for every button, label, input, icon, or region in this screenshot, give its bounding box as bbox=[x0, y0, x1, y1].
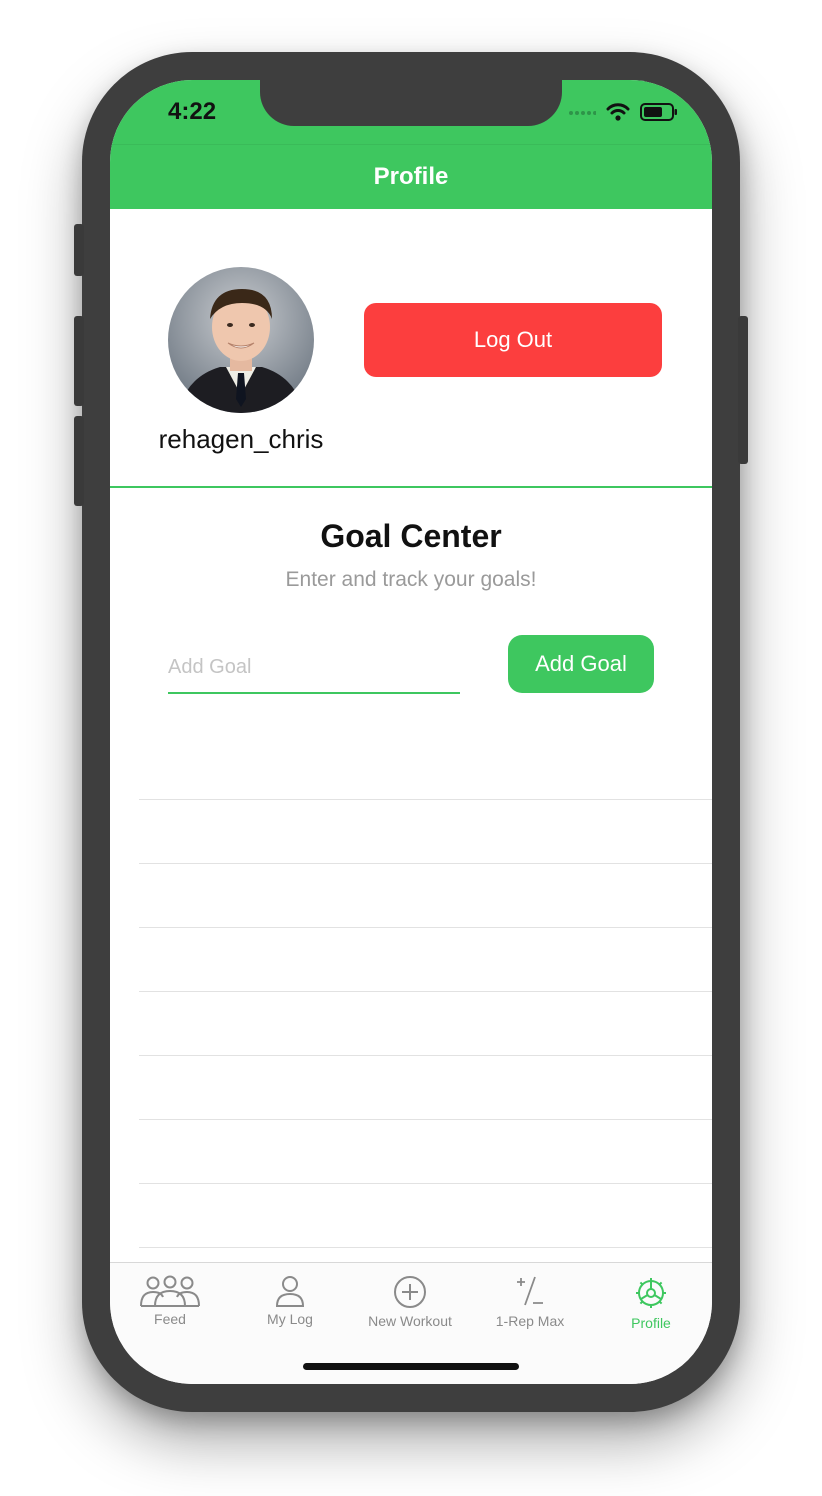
list-item[interactable] bbox=[139, 1184, 712, 1248]
plus-minus-icon bbox=[517, 1276, 543, 1306]
goal-list bbox=[139, 736, 712, 1248]
mute-switch bbox=[74, 224, 84, 276]
list-item[interactable] bbox=[139, 736, 712, 800]
power-button bbox=[738, 316, 748, 464]
page-title: Profile bbox=[373, 163, 449, 190]
add-goal-input[interactable] bbox=[168, 642, 460, 694]
tab-profile[interactable]: Profile bbox=[591, 1275, 711, 1345]
navigation-bar: Profile bbox=[110, 144, 712, 209]
section-divider bbox=[110, 486, 712, 488]
tab-label: Profile bbox=[631, 1315, 671, 1331]
avatar bbox=[168, 267, 314, 413]
add-goal-button[interactable]: Add Goal bbox=[508, 635, 654, 693]
username: rehagen_chris bbox=[158, 424, 324, 454]
plus-circle-icon bbox=[394, 1276, 426, 1308]
tab-label: 1-Rep Max bbox=[495, 1313, 565, 1329]
volume-up-button bbox=[74, 316, 84, 406]
gear-icon bbox=[636, 1278, 666, 1308]
tab-label: New Workout bbox=[368, 1313, 452, 1329]
notch bbox=[260, 80, 562, 126]
battery-icon bbox=[640, 103, 677, 121]
tab-feed[interactable]: Feed bbox=[110, 1275, 230, 1345]
avatar-photo bbox=[168, 267, 314, 413]
person-icon bbox=[275, 1276, 305, 1307]
home-indicator bbox=[303, 1363, 519, 1370]
wifi-icon bbox=[606, 103, 630, 121]
list-item[interactable] bbox=[139, 992, 712, 1056]
tab-my-log[interactable]: My Log bbox=[230, 1275, 350, 1345]
tab-label: My Log bbox=[267, 1311, 313, 1327]
status-time: 4:22 bbox=[168, 98, 217, 125]
status-icons bbox=[568, 102, 678, 122]
people-group-icon bbox=[140, 1275, 200, 1307]
signal-dots-icon bbox=[569, 111, 596, 115]
tab-label: Feed bbox=[154, 1311, 186, 1327]
goal-center-title: Goal Center bbox=[320, 518, 502, 554]
list-item[interactable] bbox=[139, 928, 712, 992]
screen: 4:22 Profile rehagen_chris Log Out Goal … bbox=[110, 80, 712, 1384]
list-item[interactable] bbox=[139, 864, 712, 928]
tab-new-workout[interactable]: New Workout bbox=[350, 1275, 470, 1345]
tab-1-rep-max[interactable]: 1-Rep Max bbox=[470, 1275, 590, 1345]
list-item[interactable] bbox=[139, 800, 712, 864]
goal-center-subtitle: Enter and track your goals! bbox=[285, 568, 537, 591]
logout-button[interactable]: Log Out bbox=[364, 303, 662, 377]
volume-down-button bbox=[74, 416, 84, 506]
list-item[interactable] bbox=[139, 1056, 712, 1120]
list-item[interactable] bbox=[139, 1120, 712, 1184]
